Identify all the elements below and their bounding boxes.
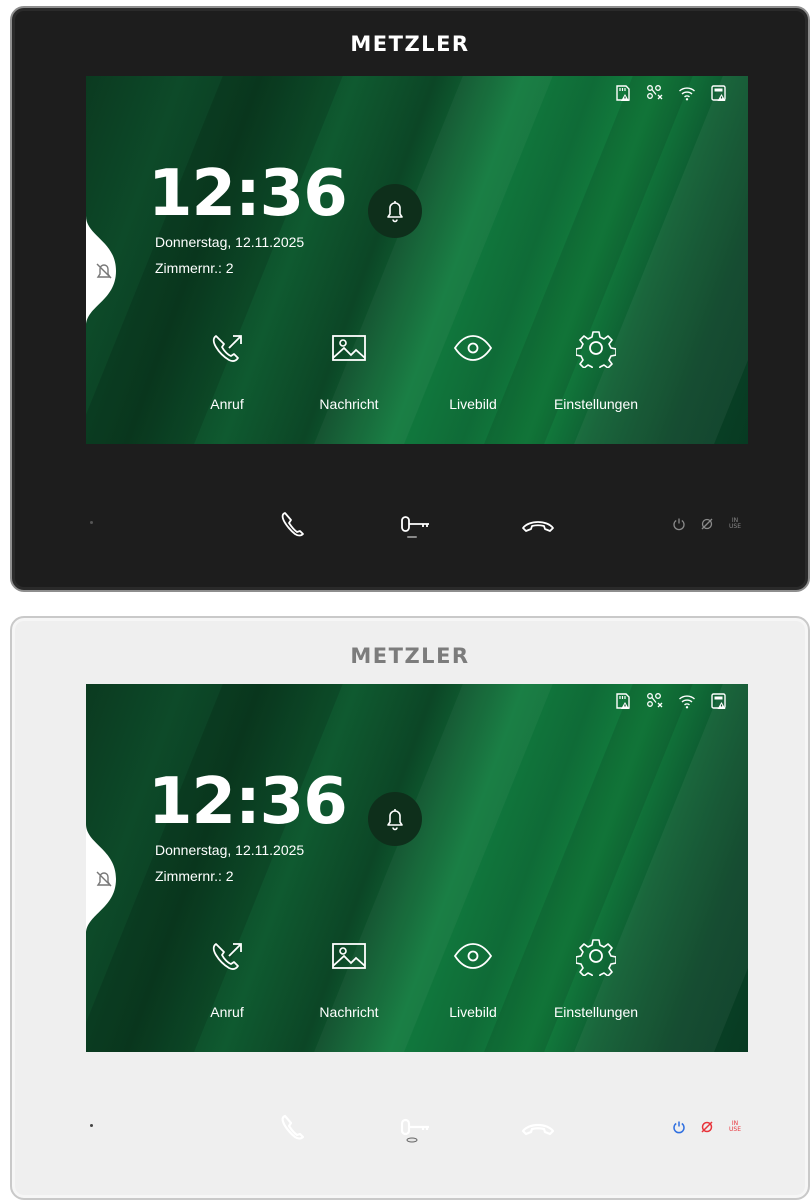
- door-open-button[interactable]: [392, 1106, 440, 1150]
- key-icon: [401, 516, 429, 538]
- device-warning-icon: [711, 693, 726, 709]
- hang-up-icon: [521, 1123, 555, 1136]
- main-menu: Anruf Nachricht Livebild Einstellungen: [86, 936, 748, 1036]
- touchscreen[interactable]: 12:36 Donnerstag, 12.11.2025 Zimmernr.: …: [86, 684, 748, 1052]
- image-message-icon: [332, 335, 366, 361]
- network-disconnected-icon: [647, 85, 663, 100]
- image-message-icon: [332, 943, 366, 969]
- hang-up-button[interactable]: [514, 1106, 562, 1150]
- menu-item-einstellungen[interactable]: Einstellungen: [536, 328, 656, 412]
- menu-item-livebild[interactable]: Livebild: [413, 936, 533, 1020]
- menu-label: Einstellungen: [553, 1004, 639, 1020]
- sd-card-warning-icon: [616, 85, 630, 101]
- bell-icon: [387, 201, 403, 223]
- wifi-icon: [679, 695, 695, 709]
- in-use-indicator: IN USE: [729, 517, 741, 530]
- mute-icon: [701, 518, 713, 530]
- bell-button[interactable]: [368, 184, 422, 238]
- bell-icon: [387, 809, 403, 831]
- call-forward-icon: [212, 943, 242, 970]
- status-bar: [614, 84, 728, 102]
- status-leds: IN USE: [672, 1120, 742, 1134]
- call-forward-icon: [212, 335, 242, 362]
- intercom-monitor-light: METZLER 12:36 Donnerstag, 12.11.2025 Zim…: [10, 616, 810, 1200]
- device-warning-icon: [711, 85, 726, 101]
- microphone: [90, 521, 93, 524]
- wifi-icon: [679, 87, 695, 101]
- menu-label: Livebild: [449, 396, 497, 412]
- menu-label: Anruf: [210, 396, 244, 412]
- gear-icon: [576, 939, 616, 976]
- menu-label: Livebild: [449, 1004, 497, 1020]
- status-leds: IN USE: [672, 517, 742, 531]
- brand-logo: METZLER: [350, 32, 470, 56]
- menu-item-nachricht[interactable]: Nachricht: [289, 936, 409, 1020]
- main-menu: Anruf Nachricht Livebild Einstellungen: [86, 328, 748, 428]
- side-drawer-tab[interactable]: [86, 216, 122, 326]
- menu-item-livebild[interactable]: Livebild: [413, 328, 533, 412]
- hardware-button-row: IN USE: [12, 503, 808, 553]
- in-use-indicator: IN USE: [729, 1120, 741, 1133]
- menu-label: Nachricht: [319, 1004, 379, 1020]
- room-number: Zimmernr.: 2: [155, 868, 234, 884]
- side-drawer-tab[interactable]: [86, 824, 122, 934]
- menu-item-einstellungen[interactable]: Einstellungen: [536, 936, 656, 1020]
- call-button[interactable]: [268, 1106, 316, 1150]
- mute-icon: [701, 1121, 713, 1133]
- microphone: [90, 1124, 93, 1127]
- call-button[interactable]: [268, 503, 316, 547]
- network-disconnected-icon: [647, 693, 663, 708]
- menu-label: Nachricht: [319, 396, 379, 412]
- brand-logo: METZLER: [350, 644, 470, 668]
- power-icon: [673, 518, 685, 531]
- phone-icon: [281, 512, 304, 537]
- hang-up-icon: [522, 521, 554, 532]
- eye-icon: [453, 943, 493, 969]
- date-text: Donnerstag, 12.11.2025: [155, 842, 305, 858]
- clock-time: 12:36: [148, 765, 348, 839]
- room-number: Zimmernr.: 2: [155, 260, 234, 276]
- hang-up-button[interactable]: [514, 503, 562, 547]
- eye-icon: [453, 335, 493, 361]
- bell-button[interactable]: [368, 792, 422, 846]
- menu-label: Einstellungen: [553, 396, 639, 412]
- status-bar: [614, 692, 728, 710]
- menu-item-anruf[interactable]: Anruf: [167, 936, 287, 1020]
- hardware-button-row: IN USE: [12, 1106, 808, 1156]
- menu-label: Anruf: [210, 1004, 244, 1020]
- clock-time: 12:36: [148, 157, 348, 231]
- key-icon: [400, 1118, 429, 1143]
- intercom-monitor-dark: METZLER 12:36 Donnerstag, 12.11.2025 Zim…: [10, 6, 810, 592]
- menu-item-anruf[interactable]: Anruf: [167, 328, 287, 412]
- touchscreen[interactable]: 12:36 Donnerstag, 12.11.2025 Zimmernr.: …: [86, 76, 748, 444]
- date-text: Donnerstag, 12.11.2025: [155, 234, 305, 250]
- power-icon: [673, 1121, 685, 1134]
- door-open-button[interactable]: [392, 503, 440, 547]
- menu-item-nachricht[interactable]: Nachricht: [289, 328, 409, 412]
- sd-card-warning-icon: [616, 693, 630, 709]
- phone-icon: [281, 1114, 305, 1140]
- gear-icon: [576, 331, 616, 368]
